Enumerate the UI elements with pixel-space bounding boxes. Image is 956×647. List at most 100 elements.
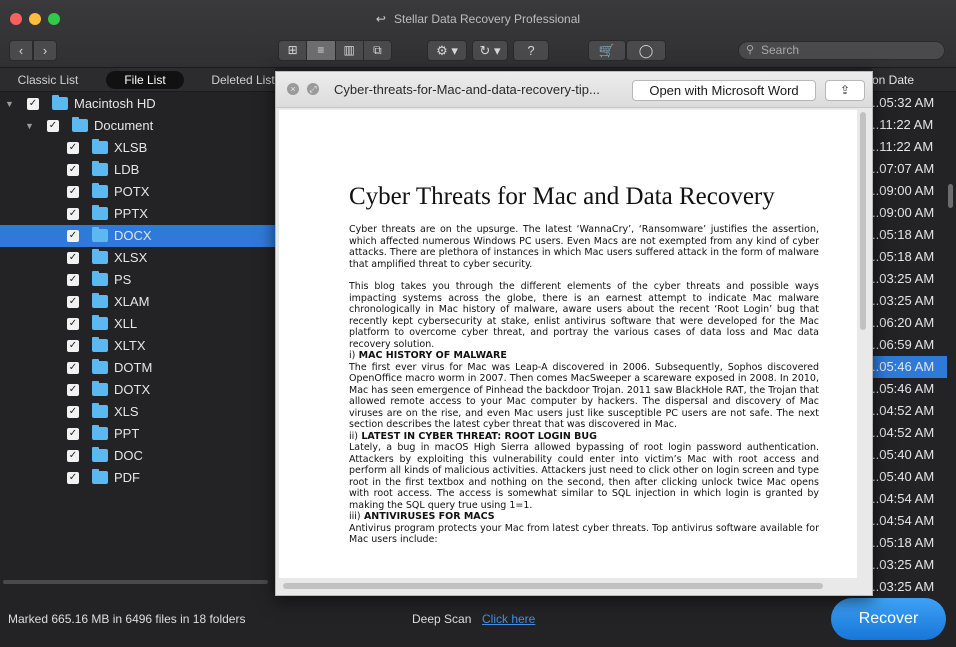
date-cell[interactable]: ..04:54 AM bbox=[872, 488, 947, 510]
preview-header: × ⤢ Cyber-threats-for-Mac-and-data-recov… bbox=[276, 72, 872, 108]
deep-scan-link[interactable]: Click here bbox=[482, 612, 535, 626]
date-cell[interactable]: ..05:46 AM bbox=[872, 378, 947, 400]
checkbox[interactable]: ✓ bbox=[67, 450, 79, 462]
tree-row-ldb[interactable]: ✓ LDB bbox=[0, 159, 275, 181]
date-cell[interactable]: ..05:18 AM bbox=[872, 224, 947, 246]
tree-row-pptx[interactable]: ✓ PPTX bbox=[0, 203, 275, 225]
close-icon[interactable]: × bbox=[287, 83, 299, 95]
checkbox[interactable]: ✓ bbox=[67, 208, 79, 220]
date-cell[interactable]: ..05:32 AM bbox=[872, 92, 947, 114]
tree-row-doc[interactable]: ✓ DOC bbox=[0, 445, 275, 467]
tree-label: XLAM bbox=[114, 294, 150, 309]
disclosure-triangle-icon[interactable]: ▼ bbox=[5, 93, 14, 115]
history-menu-button[interactable]: ↻ ▾ bbox=[472, 40, 508, 61]
cart-icon[interactable]: 🛒 bbox=[588, 40, 626, 61]
checkbox[interactable]: ✓ bbox=[27, 98, 39, 110]
folder-icon bbox=[92, 139, 108, 154]
tree-row-ppt[interactable]: ✓ PPT bbox=[0, 423, 275, 445]
list-view-icon[interactable]: ≡ bbox=[307, 41, 336, 60]
search-input[interactable]: ⚲ Search bbox=[738, 41, 945, 60]
date-cell[interactable]: ..11:22 AM bbox=[872, 114, 947, 136]
tab-deleted-list[interactable]: Deleted List bbox=[203, 71, 283, 89]
disclosure-triangle-icon[interactable]: ▼ bbox=[25, 115, 34, 137]
document-heading: iii) ANTIVIRUSES FOR MACS bbox=[349, 511, 819, 523]
date-cell[interactable]: ..07:07 AM bbox=[872, 158, 947, 180]
tree-row-xlsx[interactable]: ✓ XLSX bbox=[0, 247, 275, 269]
tree-row-xlam[interactable]: ✓ XLAM bbox=[0, 291, 275, 313]
date-cell[interactable]: ..09:00 AM bbox=[872, 202, 947, 224]
tree-row-dotm[interactable]: ✓ DOTM bbox=[0, 357, 275, 379]
tree-row-xll[interactable]: ✓ XLL bbox=[0, 313, 275, 335]
checkbox[interactable]: ✓ bbox=[67, 406, 79, 418]
checkbox[interactable]: ✓ bbox=[67, 230, 79, 242]
icon-view-icon[interactable]: ⊞ bbox=[279, 41, 308, 60]
date-cell[interactable]: ..06:59 AM bbox=[872, 334, 947, 356]
tab-file-list[interactable]: File List bbox=[106, 71, 184, 89]
checkbox[interactable]: ✓ bbox=[67, 142, 79, 154]
back-button[interactable]: ‹ bbox=[9, 40, 33, 61]
document-body: Cyber Threats for Mac and Data Recovery … bbox=[349, 182, 819, 546]
checkbox[interactable]: ✓ bbox=[67, 318, 79, 330]
date-cell[interactable]: ..04:52 AM bbox=[872, 400, 947, 422]
date-cell[interactable]: ..03:25 AM bbox=[872, 554, 947, 576]
help-button[interactable]: ? bbox=[513, 40, 549, 61]
list-mode-tabs: Classic List File List Deleted List bbox=[0, 68, 275, 92]
checkbox[interactable]: ✓ bbox=[67, 164, 79, 176]
tree-row-docx[interactable]: ✓ DOCX bbox=[0, 225, 275, 247]
tree-row-pdf[interactable]: ✓ PDF bbox=[0, 467, 275, 489]
folder-icon bbox=[92, 337, 108, 352]
fullscreen-icon[interactable]: ⤢ bbox=[307, 83, 319, 95]
recover-button[interactable]: Recover bbox=[831, 598, 946, 640]
checkbox[interactable]: ✓ bbox=[67, 362, 79, 374]
date-cell[interactable]: ..05:18 AM bbox=[872, 532, 947, 554]
tree-horizontal-scrollbar[interactable] bbox=[3, 580, 268, 584]
tree-label: PS bbox=[114, 272, 132, 287]
date-cell[interactable]: ..03:25 AM bbox=[872, 268, 947, 290]
gear-menu-button[interactable]: ⚙ ▾ bbox=[427, 40, 467, 61]
date-cell[interactable]: ..05:46 AM bbox=[872, 356, 947, 378]
date-cell[interactable]: ..05:40 AM bbox=[872, 466, 947, 488]
tree-row-dotx[interactable]: ✓ DOTX bbox=[0, 379, 275, 401]
checkbox[interactable]: ✓ bbox=[47, 120, 59, 132]
date-cell[interactable]: ..11:22 AM bbox=[872, 136, 947, 158]
tree-row-root[interactable]: ▼ ✓ Macintosh HD bbox=[0, 93, 275, 115]
coverflow-view-icon[interactable]: ⧉ bbox=[364, 41, 391, 60]
tree-label: DOTX bbox=[114, 382, 151, 397]
open-with-word-button[interactable]: Open with Microsoft Word bbox=[632, 80, 816, 101]
date-cell[interactable]: ..04:54 AM bbox=[872, 510, 947, 532]
date-cell[interactable]: ..03:25 AM bbox=[872, 290, 947, 312]
checkbox[interactable]: ✓ bbox=[67, 296, 79, 308]
folder-icon bbox=[72, 117, 88, 132]
date-cell[interactable]: ..09:00 AM bbox=[872, 180, 947, 202]
tree-row-document[interactable]: ▼ ✓ Document bbox=[0, 115, 275, 137]
user-icon[interactable]: ◯ bbox=[626, 40, 666, 61]
tree-label: PPT bbox=[114, 426, 140, 441]
list-vertical-scrollbar[interactable] bbox=[948, 184, 953, 208]
checkbox[interactable]: ✓ bbox=[67, 472, 79, 484]
column-header-date[interactable]: on Date bbox=[872, 68, 956, 92]
tree-row-potx[interactable]: ✓ POTX bbox=[0, 181, 275, 203]
tree-row-xltx[interactable]: ✓ XLTX bbox=[0, 335, 275, 357]
column-view-icon[interactable]: ▥ bbox=[336, 41, 364, 60]
date-cell[interactable]: ..04:52 AM bbox=[872, 422, 947, 444]
forward-button[interactable]: › bbox=[33, 40, 57, 61]
date-cell[interactable]: ..05:18 AM bbox=[872, 246, 947, 268]
date-cell[interactable]: ..06:20 AM bbox=[872, 312, 947, 334]
share-icon[interactable]: ⇪ bbox=[825, 80, 865, 101]
document-paragraph: Cyber threats are on the upsurge. The la… bbox=[349, 224, 819, 270]
tree-row-ps[interactable]: ✓ PS bbox=[0, 269, 275, 291]
checkbox[interactable]: ✓ bbox=[67, 384, 79, 396]
preview-horizontal-scrollbar[interactable] bbox=[283, 583, 823, 589]
checkbox[interactable]: ✓ bbox=[67, 274, 79, 286]
checkbox[interactable]: ✓ bbox=[67, 186, 79, 198]
preview-vertical-scrollbar[interactable] bbox=[860, 112, 866, 330]
tree-row-xls[interactable]: ✓ XLS bbox=[0, 401, 275, 423]
date-cell[interactable]: ..05:40 AM bbox=[872, 444, 947, 466]
tree-label: POTX bbox=[114, 184, 150, 199]
checkbox[interactable]: ✓ bbox=[67, 428, 79, 440]
tab-classic-list[interactable]: Classic List bbox=[8, 71, 88, 89]
checkbox[interactable]: ✓ bbox=[67, 340, 79, 352]
checkbox[interactable]: ✓ bbox=[67, 252, 79, 264]
tree-row-xlsb[interactable]: ✓ XLSB bbox=[0, 137, 275, 159]
tree-label: XLSB bbox=[114, 140, 148, 155]
